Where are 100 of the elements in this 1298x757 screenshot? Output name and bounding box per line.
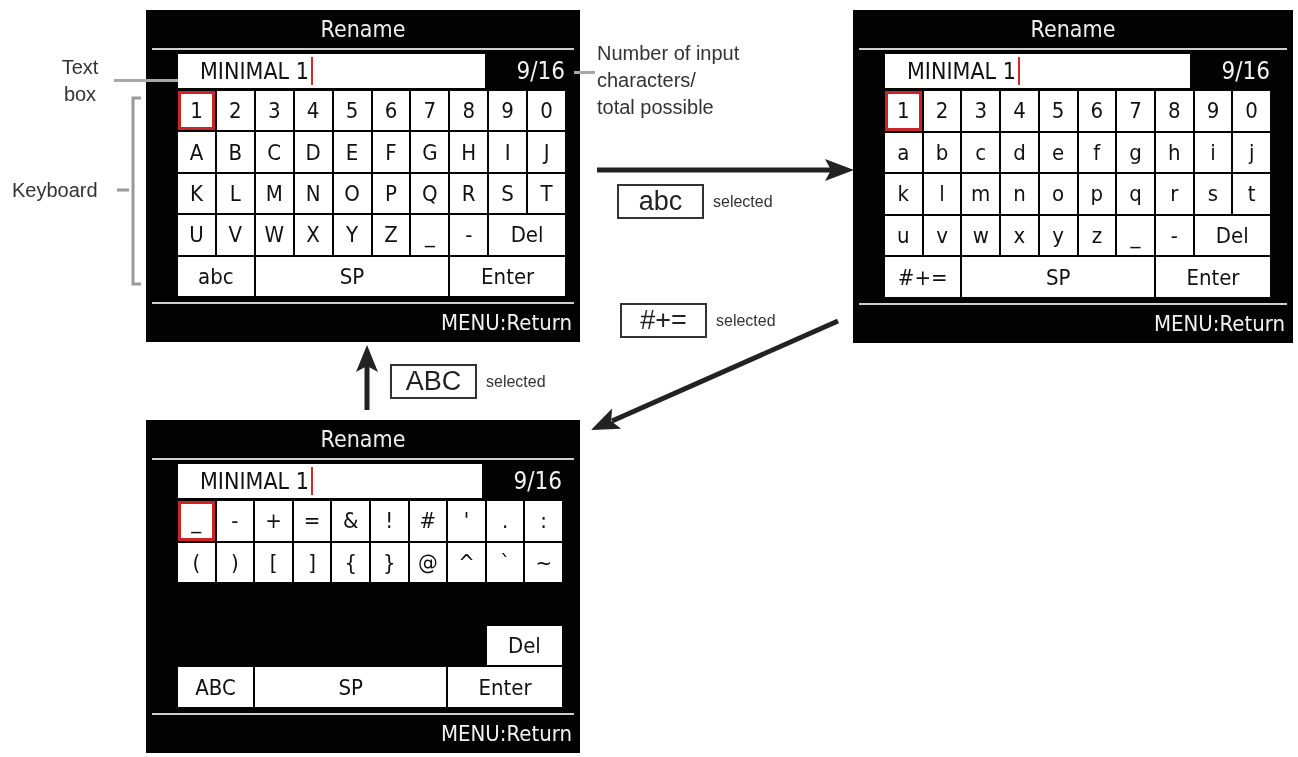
keyboard-key[interactable]: ^ — [448, 542, 485, 583]
keyboard-key[interactable]: SP — [255, 256, 449, 296]
keyboard-key[interactable]: 2 — [216, 91, 254, 131]
keyboard-key[interactable]: #+= — [885, 257, 961, 297]
keyboard-key[interactable]: j — [1233, 132, 1270, 173]
keyboard-key[interactable]: r — [1155, 174, 1193, 214]
keyboard-key[interactable]: G — [411, 132, 449, 172]
keyboard-key[interactable]: D — [294, 132, 332, 172]
keyboard-key[interactable]: ' — [448, 501, 485, 541]
keyboard-key[interactable]: P — [372, 173, 410, 214]
keyboard-key[interactable]: H — [450, 132, 488, 172]
keyboard-key[interactable]: = — [293, 501, 331, 541]
keyboard-key[interactable]: & — [332, 501, 369, 541]
keyboard-key[interactable]: 6 — [372, 91, 410, 131]
keyboard-key[interactable]: _ — [1117, 215, 1154, 256]
keyboard-key[interactable]: 8 — [1155, 91, 1193, 131]
keyboard-key[interactable]: S — [489, 173, 527, 214]
keyboard-key[interactable]: 5 — [333, 91, 371, 131]
keyboard-key[interactable]: K — [178, 173, 215, 214]
keyboard-key[interactable]: 4 — [294, 91, 332, 131]
keyboard-key[interactable]: M — [255, 173, 293, 214]
keyboard-key[interactable]: q — [1117, 174, 1154, 214]
keyboard-key[interactable]: N — [294, 173, 332, 214]
name-field[interactable]: MINIMAL 1 — [178, 464, 482, 498]
keyboard-key[interactable]: X — [294, 215, 332, 255]
keyboard-key[interactable]: o — [1039, 174, 1077, 214]
keyboard-key[interactable]: V — [216, 215, 254, 255]
keyboard-key[interactable]: m — [962, 174, 1000, 214]
keyboard-key[interactable]: SP — [962, 257, 1154, 297]
keyboard-key[interactable]: I — [489, 132, 527, 172]
keyboard-key[interactable]: } — [371, 542, 408, 583]
keyboard-key[interactable]: 2 — [923, 91, 961, 131]
keyboard-key[interactable]: 9 — [489, 91, 527, 131]
keyboard-key[interactable]: _ — [411, 215, 449, 255]
keyboard-key[interactable]: 7 — [1117, 91, 1154, 131]
keyboard-key[interactable]: Enter — [450, 256, 565, 296]
keyboard-key[interactable]: : — [525, 501, 562, 541]
keyboard-key[interactable]: ! — [371, 501, 408, 541]
keyboard-key[interactable]: 8 — [450, 91, 488, 131]
keyboard-key[interactable]: [ — [255, 542, 292, 583]
keyboard-key[interactable]: Del — [486, 625, 562, 666]
keyboard-key[interactable]: b — [923, 132, 961, 173]
keyboard-key[interactable]: ~ — [525, 542, 562, 583]
keyboard-key[interactable]: 1 — [885, 91, 922, 131]
keyboard-key[interactable]: 3 — [962, 91, 1000, 131]
keyboard-key[interactable]: l — [923, 174, 961, 214]
keyboard-key[interactable]: L — [216, 173, 254, 214]
keyboard-key[interactable]: 3 — [255, 91, 293, 131]
keyboard-key[interactable]: C — [255, 132, 293, 172]
keyboard-key[interactable]: d — [1001, 132, 1038, 173]
keyboard-key[interactable]: w — [962, 215, 1000, 256]
keyboard-key[interactable]: Z — [372, 215, 410, 255]
keyboard-key[interactable]: x — [1001, 215, 1038, 256]
keyboard-key[interactable]: c — [962, 132, 1000, 173]
keyboard-key[interactable]: Del — [1194, 215, 1270, 256]
keyboard-key[interactable]: z — [1078, 215, 1116, 256]
keyboard-key[interactable]: SP — [255, 667, 447, 707]
keyboard-key[interactable]: W — [255, 215, 293, 255]
keyboard-key[interactable]: - — [450, 215, 488, 255]
keyboard-key[interactable]: ( — [178, 542, 215, 583]
keyboard-key[interactable]: 6 — [1078, 91, 1116, 131]
keyboard-key[interactable]: Enter — [448, 667, 562, 707]
keyboard-key[interactable]: u — [885, 215, 922, 256]
keyboard-key[interactable]: A — [178, 132, 215, 172]
keyboard-key[interactable]: O — [333, 173, 371, 214]
keyboard-key[interactable]: 4 — [1001, 91, 1038, 131]
name-field[interactable]: MINIMAL 1 — [885, 54, 1190, 88]
keyboard-key[interactable]: R — [450, 173, 488, 214]
keyboard-key[interactable]: 1 — [178, 91, 215, 131]
keyboard-key[interactable]: F — [372, 132, 410, 172]
keyboard-key[interactable]: _ — [178, 501, 215, 541]
keyboard-key[interactable]: Del — [489, 215, 565, 255]
keyboard-key[interactable]: + — [255, 501, 292, 541]
keyboard-key[interactable]: 0 — [1233, 91, 1270, 131]
keyboard-key[interactable]: ) — [216, 542, 254, 583]
keyboard-key[interactable]: k — [885, 174, 922, 214]
keyboard-key[interactable]: e — [1039, 132, 1077, 173]
keyboard-key[interactable]: - — [216, 501, 254, 541]
keyboard-key[interactable]: abc — [178, 256, 254, 296]
keyboard-key[interactable]: B — [216, 132, 254, 172]
keyboard-key[interactable]: v — [923, 215, 961, 256]
keyboard-key[interactable]: t — [1233, 174, 1270, 214]
keyboard-key[interactable]: i — [1194, 132, 1232, 173]
keyboard-key[interactable]: y — [1039, 215, 1077, 256]
keyboard-key[interactable]: 9 — [1194, 91, 1232, 131]
keyboard-key[interactable]: ABC — [178, 667, 254, 707]
keyboard-key[interactable]: h — [1155, 132, 1193, 173]
keyboard-key[interactable]: p — [1078, 174, 1116, 214]
keyboard-key[interactable]: # — [409, 501, 447, 541]
keyboard-key[interactable]: - — [1155, 215, 1193, 256]
keyboard-key[interactable]: ] — [293, 542, 331, 583]
keyboard-key[interactable]: Y — [333, 215, 371, 255]
keyboard-key[interactable]: @ — [409, 542, 447, 583]
keyboard-key[interactable]: s — [1194, 174, 1232, 214]
keyboard-key[interactable]: J — [528, 132, 565, 172]
keyboard-key[interactable]: 0 — [528, 91, 565, 131]
keyboard-key[interactable]: 7 — [411, 91, 449, 131]
keyboard-key[interactable]: 5 — [1039, 91, 1077, 131]
keyboard-key[interactable]: . — [486, 501, 524, 541]
keyboard-key[interactable]: g — [1117, 132, 1154, 173]
